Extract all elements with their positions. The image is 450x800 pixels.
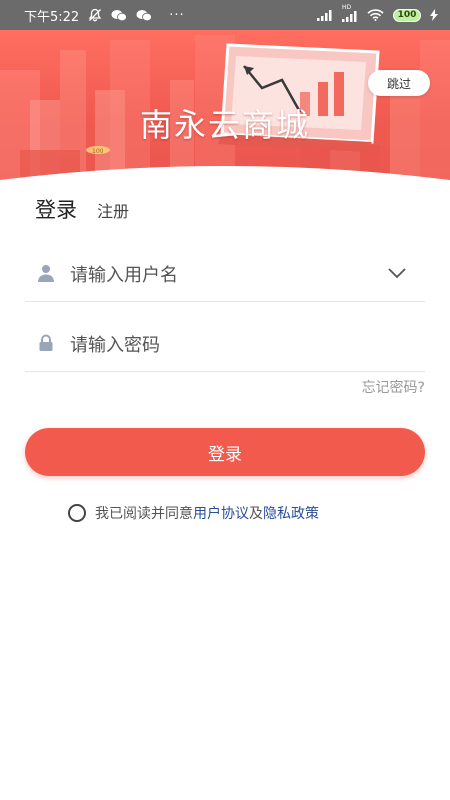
agreement-row: 我已阅读并同意 用户协议 及 隐私政策 (68, 503, 319, 523)
signal-hd-icon: HD (342, 4, 358, 22)
user-agreement-link[interactable]: 用户协议 (193, 503, 249, 523)
username-input[interactable] (70, 250, 370, 300)
app-title: 南永云商城 (139, 106, 310, 144)
chevron-down-icon[interactable] (387, 264, 407, 283)
coin-label: 100 (92, 148, 104, 155)
status-time: 下午5:22 (24, 9, 80, 25)
signal-icon (317, 9, 333, 21)
login-button[interactable]: 登录 (25, 428, 425, 476)
password-field (25, 320, 425, 372)
lock-icon (38, 334, 54, 356)
header-banner: 100 南永云商城 跳过 (0, 30, 450, 180)
username-field (25, 250, 425, 302)
user-icon (38, 264, 54, 286)
agreement-checkbox[interactable] (68, 504, 86, 522)
charging-icon (430, 9, 438, 21)
notification-muted-icon (88, 8, 102, 22)
wechat-icon-2 (136, 9, 153, 22)
more-notifications-icon: ··· (169, 7, 185, 23)
wechat-icon (111, 9, 128, 22)
skip-button[interactable]: 跳过 (368, 70, 430, 96)
status-bar: 下午5:22 ··· HD 100 (0, 0, 450, 30)
agreement-conjunction: 及 (249, 506, 263, 522)
password-input[interactable] (70, 320, 370, 370)
wifi-icon (367, 9, 384, 21)
forgot-password-link[interactable]: 忘记密码? (362, 377, 425, 397)
agreement-prefix: 我已阅读并同意 (95, 506, 193, 522)
tab-register[interactable]: 注册 (97, 198, 129, 222)
network-type-label: HD (342, 3, 352, 11)
battery-icon: 100 (393, 8, 421, 22)
privacy-policy-link[interactable]: 隐私政策 (263, 503, 319, 523)
tab-login[interactable]: 登录 (35, 194, 77, 224)
